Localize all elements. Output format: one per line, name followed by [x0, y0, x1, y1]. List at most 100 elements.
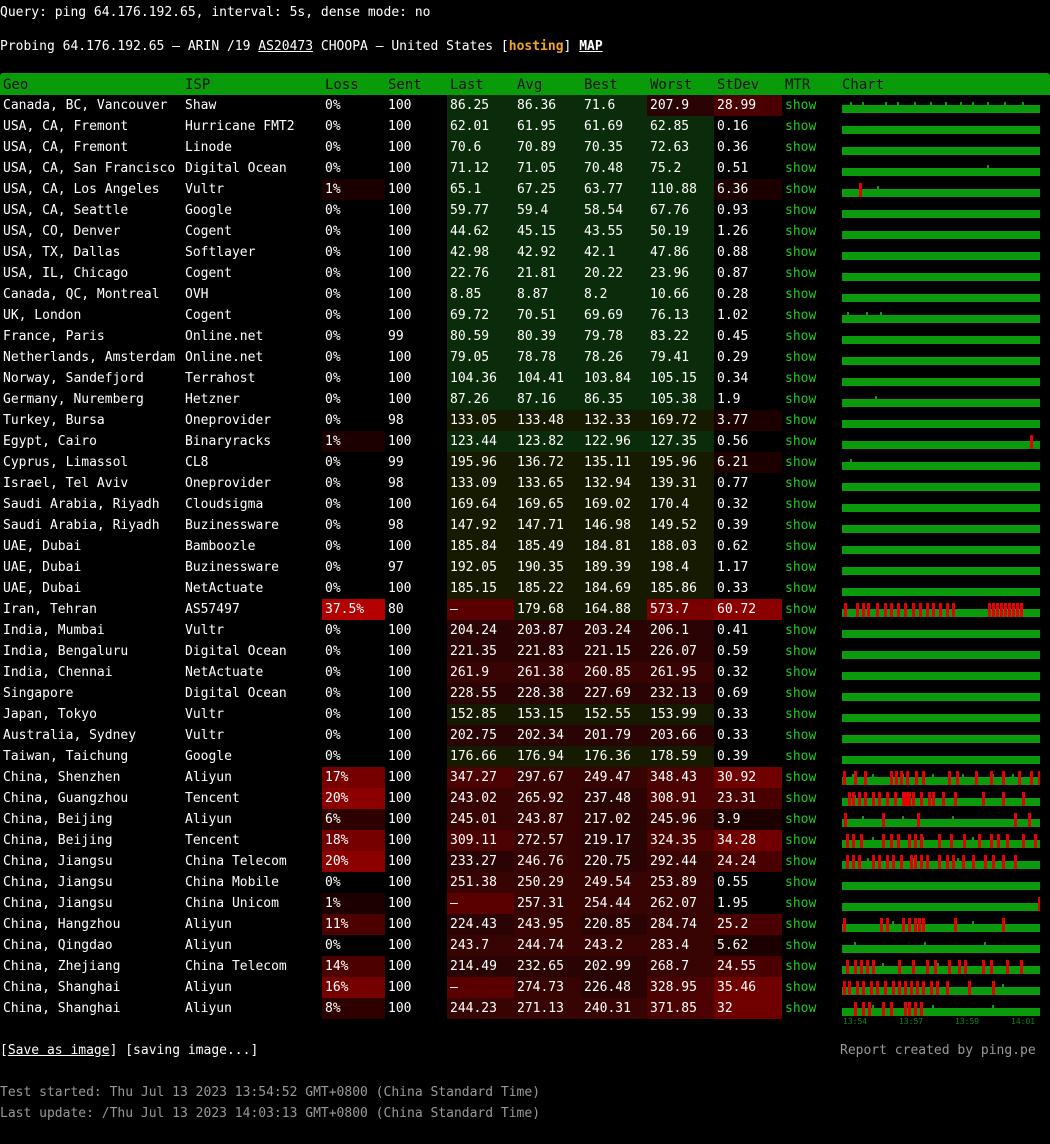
mtr-show-link[interactable]: show [782, 809, 839, 830]
header-geo: Geo [3, 77, 29, 93]
mtr-show-link[interactable]: show [782, 347, 839, 368]
cell-worst: 188.03 [647, 536, 714, 557]
cell-chart [839, 263, 1050, 284]
mtr-show-link[interactable]: show [782, 620, 839, 641]
mtr-show-link[interactable]: show [782, 956, 839, 977]
mtr-show-link[interactable]: show [782, 935, 839, 956]
mtr-show-link[interactable]: show [782, 494, 839, 515]
sparkline-spike [872, 1005, 874, 1016]
mtr-show-link[interactable]: show [782, 767, 839, 788]
mtr-show-link[interactable]: show [782, 305, 839, 326]
mtr-show-link[interactable]: show [782, 704, 839, 725]
sparkline-loss-mark [864, 792, 867, 806]
results-table: Geo ISP Loss Sent Last Avg Best Worst St… [0, 73, 1050, 1019]
cell-geo: China, Shanghai [3, 980, 121, 995]
mtr-show-link[interactable]: show [782, 746, 839, 767]
mtr-show-link[interactable]: show [782, 872, 839, 893]
sparkline-baseline [842, 315, 1040, 323]
mtr-show-link[interactable]: show [782, 599, 839, 620]
sparkline-spike [1002, 984, 1004, 995]
mtr-show-link[interactable]: show [782, 158, 839, 179]
table-row: Turkey, Bursa Oneprovider 0% 98 133.05 133.48… [0, 410, 1050, 431]
sparkline-spike [850, 102, 852, 113]
sparkline-loss-mark [990, 771, 993, 785]
mtr-show-link[interactable]: show [782, 284, 839, 305]
mtr-show-link[interactable]: show [782, 578, 839, 599]
cell-sent: 100 [388, 350, 412, 365]
cell-geo: UAE, Dubai [3, 581, 82, 596]
cell-geo: USA, CO, Denver [3, 224, 121, 239]
sparkline-spike [924, 942, 926, 953]
mtr-show-link[interactable]: show [782, 179, 839, 200]
sparkline-loss-mark [920, 855, 923, 869]
cell-chart [839, 452, 1050, 473]
cell-sent: 99 [388, 329, 404, 344]
mtr-show-link[interactable]: show [782, 137, 839, 158]
sparkline-baseline [842, 294, 1040, 302]
cell-worst: 284.74 [647, 914, 714, 935]
latency-sparkline [842, 897, 1040, 911]
cell-stdev: 1.02 [717, 308, 749, 323]
sparkline-loss-mark [864, 771, 867, 785]
mtr-show-link[interactable]: show [782, 683, 839, 704]
mtr-show-link[interactable]: show [782, 788, 839, 809]
mtr-show-link[interactable]: show [782, 95, 839, 116]
table-row: USA, TX, Dallas Softlayer 0% 100 42.98 42.92 4… [0, 242, 1050, 263]
cell-isp: Cogent [185, 266, 232, 281]
table-row: Canada, QC, Montreal OVH 0% 100 8.85 8.87 8.2 1… [0, 284, 1050, 305]
sparkline-baseline [842, 525, 1040, 533]
sparkline-loss-mark [914, 1002, 917, 1016]
mtr-show-link[interactable]: show [782, 830, 839, 851]
mtr-show-link[interactable]: show [782, 977, 839, 998]
mtr-show-link[interactable]: show [782, 200, 839, 221]
mtr-show-link[interactable]: show [782, 641, 839, 662]
sparkline-spike [937, 963, 939, 974]
mtr-show-link[interactable]: show [782, 851, 839, 872]
mtr-show-link[interactable]: show [782, 998, 839, 1019]
cell-worst: 23.96 [647, 263, 714, 284]
mtr-show-link[interactable]: show [782, 221, 839, 242]
mtr-show-link[interactable]: show [782, 116, 839, 137]
sparkline-baseline [842, 735, 1040, 743]
table-row: China, Shanghai Aliyun 8% 100 244.23 271.13 24… [0, 998, 1050, 1019]
mtr-show-link[interactable]: show [782, 725, 839, 746]
cell-isp: Binaryracks [185, 434, 272, 449]
cell-best: 243.2 [581, 935, 647, 956]
save-as-image-link[interactable]: Save as image [8, 1043, 110, 1058]
mtr-show-link[interactable]: show [782, 893, 839, 914]
mtr-show-link[interactable]: show [782, 431, 839, 452]
latency-sparkline [842, 183, 1040, 197]
cell-isp: China Telecom [185, 959, 287, 974]
cell-sent: 100 [388, 287, 412, 302]
mtr-show-link[interactable]: show [782, 914, 839, 935]
mtr-show-link[interactable]: show [782, 368, 839, 389]
cell-avg: 261.38 [514, 662, 581, 683]
mtr-show-link[interactable]: show [782, 515, 839, 536]
as-link[interactable]: AS20473 [258, 39, 313, 54]
sparkline-spike [877, 186, 879, 197]
sparkline-loss-mark [890, 771, 893, 785]
sparkline-loss-mark [894, 792, 897, 806]
cell-avg: 271.13 [514, 998, 581, 1019]
cell-chart [839, 830, 1050, 851]
cell-last: 71.12 [447, 158, 514, 179]
cell-isp: Buzinessware [185, 560, 279, 575]
map-link[interactable]: MAP [579, 39, 602, 54]
cell-sent: 100 [388, 308, 412, 323]
sparkline-loss-mark [934, 960, 937, 974]
mtr-show-link[interactable]: show [782, 452, 839, 473]
cell-avg: 87.16 [514, 389, 581, 410]
mtr-show-link[interactable]: show [782, 263, 839, 284]
mtr-show-link[interactable]: show [782, 536, 839, 557]
mtr-show-link[interactable]: show [782, 557, 839, 578]
mtr-show-link[interactable]: show [782, 410, 839, 431]
cell-loss: 0% [325, 539, 341, 554]
cell-geo: China, Beijing [3, 833, 113, 848]
cell-isp: China Unicom [185, 896, 279, 911]
mtr-show-link[interactable]: show [782, 389, 839, 410]
mtr-show-link[interactable]: show [782, 473, 839, 494]
sparkline-loss-mark [990, 834, 993, 848]
mtr-show-link[interactable]: show [782, 326, 839, 347]
mtr-show-link[interactable]: show [782, 242, 839, 263]
mtr-show-link[interactable]: show [782, 662, 839, 683]
